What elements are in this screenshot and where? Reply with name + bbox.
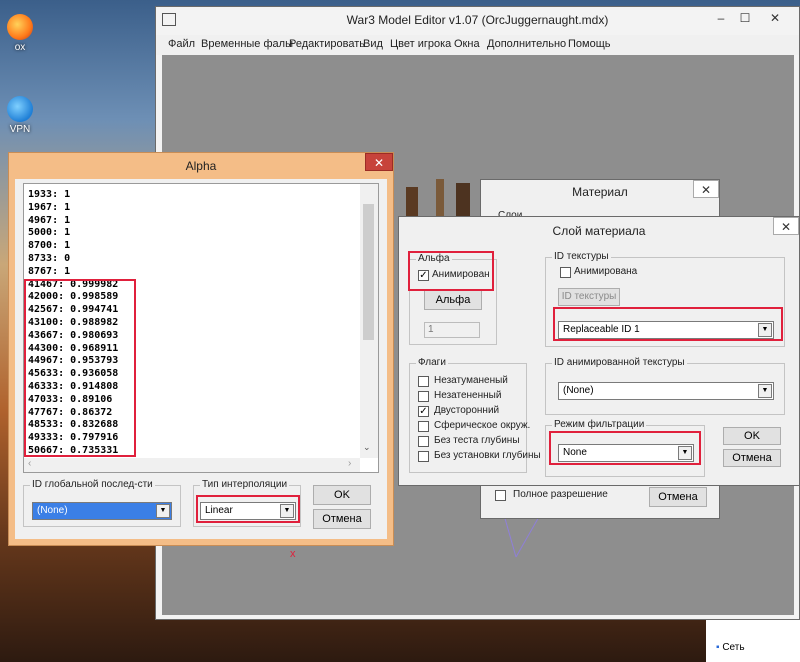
desktop-icon-label: VPN — [9, 124, 31, 135]
menu-bar: Файл Временные фалы Редактировать Вид Цв… — [156, 35, 799, 55]
flag-checkbox[interactable] — [418, 421, 429, 432]
highlight-filter-mode — [549, 431, 701, 465]
global-seq-group: ID глобальной послед-сти (None) ▼ — [23, 479, 181, 527]
keyframe-line: 4967: 1 — [28, 214, 71, 226]
annotation-marker: x — [290, 548, 296, 560]
texture-animated-label: Анимирована — [574, 266, 638, 277]
layer-window: Слой материала ✕ Альфа ✓ Анимирован Альф… — [398, 216, 800, 486]
flag-checkbox[interactable] — [418, 436, 429, 447]
flag-checkbox[interactable]: ✓ — [418, 406, 429, 417]
menu-edit[interactable]: Редактировать — [289, 38, 365, 50]
layer-close-button[interactable]: ✕ — [773, 217, 799, 235]
highlight-texture-id — [553, 307, 783, 341]
flag-label: Без теста глубины — [434, 435, 520, 446]
filter-mode-group-label: Режим фильтрации — [552, 419, 647, 430]
vertical-scrollbar[interactable]: ⌄ — [360, 184, 378, 458]
desktop-icon-vpn[interactable]: VPN — [0, 96, 40, 135]
scroll-thumb[interactable] — [363, 204, 374, 340]
desktop-icon-browser[interactable]: ox — [0, 14, 40, 53]
texture-animated-checkbox[interactable] — [560, 267, 571, 278]
layer-title: Слой материала — [552, 224, 646, 238]
menu-windows[interactable]: Окна — [454, 38, 480, 50]
flag-label: Сферическое окруж. — [434, 420, 531, 431]
menu-view[interactable]: Вид — [363, 38, 383, 50]
close-icon: ✕ — [373, 156, 385, 170]
alpha-title: Alpha — [185, 159, 217, 173]
highlight-keyframes — [24, 279, 136, 457]
alpha-value-field[interactable]: 1 — [424, 322, 480, 338]
minimize-button[interactable]: – — [712, 11, 730, 25]
maximize-button[interactable]: ☐ — [736, 11, 754, 25]
layer-ok-button[interactable]: OK — [723, 427, 781, 445]
alpha-button[interactable]: Альфа — [424, 290, 482, 310]
close-icon: ✕ — [780, 220, 792, 234]
chevron-down-icon: ▼ — [758, 384, 772, 398]
chevron-down-icon: ▼ — [156, 504, 170, 518]
alpha-client: 1933: 1 1967: 1 4967: 1 5000: 1 8700: 1 … — [15, 179, 387, 539]
menu-player-color[interactable]: Цвет игрока — [390, 38, 451, 50]
material-close-button[interactable]: ✕ — [693, 180, 719, 198]
full-res-label: Полное разрешение — [513, 489, 608, 500]
app-icon — [162, 13, 176, 26]
material-cancel-button[interactable]: Отмена — [649, 487, 707, 507]
menu-file[interactable]: Файл — [168, 38, 195, 50]
flags-group-label: Флаги — [416, 357, 448, 368]
close-button[interactable]: ✕ — [766, 11, 784, 25]
flag-label: Незатененный — [434, 390, 502, 401]
keyframe-line: 1933: 1 — [28, 189, 71, 200]
flag-checkbox[interactable] — [418, 376, 429, 387]
material-title: Материал — [572, 185, 628, 199]
highlight-interpolation — [196, 495, 300, 523]
alpha-window: Alpha ✕ 1933: 1 1967: 1 4967: 1 5000: 1 … — [8, 152, 394, 546]
close-icon: ✕ — [700, 183, 712, 197]
browser-icon — [7, 14, 33, 40]
highlight-alpha-animated — [408, 251, 494, 291]
keyframe-line: 8733: 0 — [28, 252, 71, 264]
menu-help[interactable]: Помощь — [568, 38, 611, 50]
keyframe-line: 8767: 1 — [28, 265, 71, 277]
anim-texture-value: (None) — [563, 385, 594, 396]
flag-checkbox[interactable] — [418, 451, 429, 462]
anim-texture-group-label: ID анимированной текстуры — [552, 357, 687, 368]
keyframe-line: 1967: 1 — [28, 201, 71, 213]
chevron-left-icon[interactable]: ‹ — [28, 458, 31, 469]
desktop-icon-label: ox — [14, 42, 26, 53]
global-seq-label: ID глобальной послед-сти — [30, 479, 155, 490]
global-seq-select[interactable]: (None) ▼ — [32, 502, 172, 520]
anim-texture-group: ID анимированной текстуры (None) ▼ — [545, 357, 785, 415]
full-res-checkbox[interactable] — [495, 490, 506, 501]
network-label: Сеть — [722, 642, 745, 653]
interpolation-label: Тип интерполяции — [200, 479, 290, 490]
keyframe-line: 5000: 1 — [28, 227, 71, 239]
flags-group: Флаги Незатуманеный Незатененный ✓ Двуст… — [409, 357, 541, 473]
main-title: War3 Model Editor v1.07 (OrcJuggernaught… — [346, 13, 609, 27]
alpha-ok-button[interactable]: OK — [313, 485, 371, 505]
chevron-down-icon[interactable]: ⌄ — [363, 442, 371, 453]
flag-label: Без установки глубины — [434, 450, 541, 461]
menu-extra[interactable]: Дополнительно — [487, 38, 566, 50]
horizontal-scrollbar[interactable]: ‹ › — [24, 458, 360, 472]
vpn-icon — [7, 96, 33, 122]
alpha-cancel-button[interactable]: Отмена — [313, 509, 371, 529]
flag-label: Незатуманеный — [434, 375, 508, 386]
keyframe-line: 8700: 1 — [28, 240, 71, 252]
flag-checkbox[interactable] — [418, 391, 429, 402]
texture-id-button[interactable]: ID текстуры — [558, 288, 620, 306]
chevron-right-icon[interactable]: › — [348, 458, 351, 469]
menu-temp-files[interactable]: Временные фалы — [201, 38, 293, 50]
anim-texture-select[interactable]: (None) ▼ — [558, 382, 774, 400]
global-seq-value: (None) — [37, 505, 68, 516]
flag-label: Двусторонний — [434, 405, 500, 416]
texture-id-group-label: ID текстуры — [552, 251, 611, 262]
alpha-close-button[interactable]: ✕ — [365, 153, 393, 171]
layer-cancel-button[interactable]: Отмена — [723, 449, 781, 467]
network-item[interactable]: ▪ Сеть — [716, 642, 745, 653]
